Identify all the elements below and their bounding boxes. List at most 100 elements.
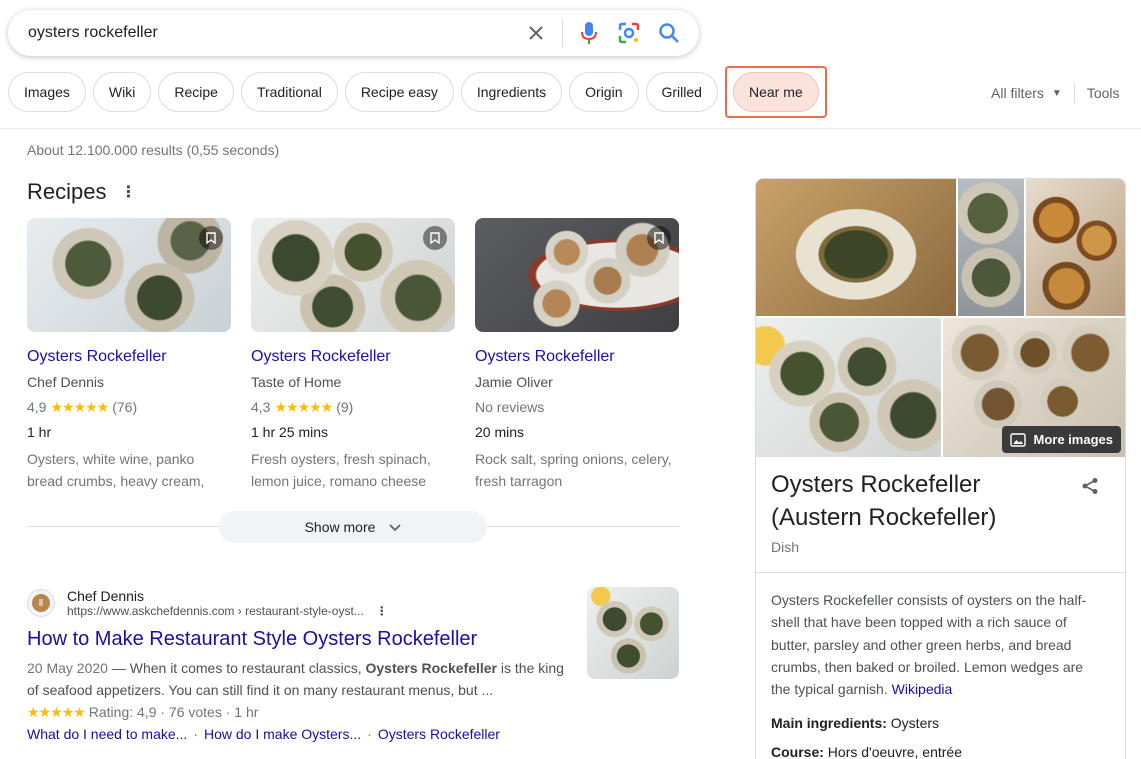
show-more-button[interactable]: Show more [219,511,487,543]
image-icon [1009,432,1026,447]
recipe-card[interactable]: Oysters Rockefeller Jamie Oliver No revi… [475,218,679,492]
recipe-image[interactable] [251,218,455,332]
recipes-heading: Recipes ⋮ [27,179,136,205]
results-count: About 12.100.000 results (0,55 seconds) [27,142,280,158]
star-icons: ★★★★★ [50,398,109,415]
recipe-image[interactable] [475,218,679,332]
result-thumbnail[interactable] [587,587,679,679]
star-icons: ★★★★★ [274,398,333,415]
show-more-label: Show more [304,519,376,535]
rating-text: Rating: 4,9 · 76 votes · 1 hr [88,704,259,720]
recipe-rating: 4,3 ★★★★★ (9) [251,398,455,416]
wikipedia-link[interactable]: Wikipedia [892,681,953,697]
bookmark-icon[interactable] [647,226,671,250]
recipe-source: Jamie Oliver [475,374,553,390]
recipe-rating: 4,9 ★★★★★ (76) [27,398,231,416]
site-url: https://www.askchefdennis.com › restaura… [67,604,364,618]
more-images-button[interactable]: More images [1001,426,1121,453]
recipe-name[interactable]: Oysters Rockefeller [251,348,455,366]
site-url-row: https://www.askchefdennis.com › restaura… [67,604,388,618]
rating-value: 4,9 [27,399,47,415]
sitelink[interactable]: Oysters Rockefeller [378,726,500,742]
result-snippet: 20 May 2020 — When it comes to restauran… [27,657,572,701]
result-date: 20 May 2020 [27,660,108,676]
kp-fact: Main ingredients: Oysters [771,715,939,731]
search-icon[interactable] [649,13,689,53]
kp-image[interactable] [1026,179,1125,316]
separator: · [367,726,372,742]
recipe-time: 1 hr [27,424,52,440]
chip-origin[interactable]: Origin [569,72,639,112]
bookmark-icon[interactable] [423,226,447,250]
recipe-time: 20 mins [475,424,525,440]
caret-down-icon: ▼ [1051,87,1062,99]
rating-value: 4,3 [251,399,271,415]
bookmark-icon[interactable] [199,226,223,250]
sitelink[interactable]: What do I need to make... [27,726,187,742]
recipe-source: Chef Dennis [27,374,105,390]
filters-bar: All filters ▼ Tools [991,83,1120,103]
recipe-name[interactable]: Oysters Rockefeller [475,348,679,366]
header-divider [0,128,1141,129]
sitelink[interactable]: How do I make Oysters... [204,726,361,742]
fact-value[interactable]: Oysters [891,715,939,731]
kp-subtitle: Dish [771,539,800,555]
recipe-name[interactable]: Oysters Rockefeller [27,348,231,366]
microphone-icon[interactable] [569,13,609,53]
kp-title: Oysters Rockefeller (Austern Rockefeller… [771,471,997,531]
clear-icon[interactable] [516,13,556,53]
sitelinks: What do I need to make... · How do I mak… [27,723,572,745]
kp-image[interactable] [756,179,956,316]
recipe-ingredients: Rock salt, spring onions, celery, fresh … [475,451,672,489]
filters-divider [1073,83,1075,103]
chip-wiki[interactable]: Wiki [92,72,152,112]
chip-grilled[interactable]: Grilled [645,72,718,112]
fact-label: Main ingredients: [771,715,887,731]
recipe-rating: No reviews [475,398,679,416]
separator: · [193,726,198,742]
tools-button[interactable]: Tools [1087,85,1120,101]
recipe-card[interactable]: Oysters Rockefeller Taste of Home 4,3 ★★… [251,218,455,492]
kp-description: Oysters Rockefeller consists of oysters … [771,589,1101,700]
share-icon[interactable] [1081,477,1099,500]
site-name: Chef Dennis [67,588,145,604]
recipe-source: Taste of Home [251,374,342,390]
chip-near-me[interactable]: Near me [732,72,819,112]
no-reviews: No reviews [475,399,545,415]
result-title[interactable]: How to Make Restaurant Style Oysters Roc… [27,628,572,651]
recipe-ingredients: Oysters, white wine, panko bread crumbs,… [27,451,205,489]
snippet-bold: Oysters Rockefeller [365,660,498,676]
filter-chips: Images Wiki Recipe Traditional Recipe ea… [8,66,827,118]
more-options-icon[interactable]: ⋮ [376,604,388,618]
star-icons: ★★★★★ [27,703,86,720]
search-input[interactable]: oysters rockefeller [28,24,516,42]
fact-label: Course: [771,744,824,759]
kp-image[interactable] [756,318,941,457]
result-source[interactable]: Ⅱ Chef Dennis https://www.askchefdennis.… [27,588,572,618]
highlight-box: Near me [724,66,827,118]
snippet-text: — When it comes to restaurant classics, [107,660,366,676]
lens-icon[interactable] [609,13,649,53]
web-result: Ⅱ Chef Dennis https://www.askchefdennis.… [27,588,572,745]
knowledge-panel: More images Oysters Rockefeller (Austern… [755,178,1126,759]
site-favicon-icon: Ⅱ [27,589,55,617]
all-filters-button[interactable]: All filters [991,85,1044,101]
recipe-card[interactable]: Oysters Rockefeller Chef Dennis 4,9 ★★★★… [27,218,231,492]
fact-value[interactable]: Hors d'oeuvre, entrée [828,744,962,759]
kp-image[interactable] [958,179,1024,316]
more-options-icon[interactable]: ⋮ [120,182,136,202]
search-bar[interactable]: oysters rockefeller [8,10,699,56]
chip-recipe[interactable]: Recipe [158,72,234,112]
chip-images[interactable]: Images [8,72,86,112]
recipe-image[interactable] [27,218,231,332]
more-images-label: More images [1033,432,1113,447]
review-count: (9) [336,399,354,415]
image-grid: More images [756,179,1125,457]
chip-traditional[interactable]: Traditional [240,72,338,112]
recipe-time: 1 hr 25 mins [251,424,329,440]
kp-fact: Course: Hors d'oeuvre, entrée [771,744,962,759]
chip-ingredients[interactable]: Ingredients [460,72,563,112]
chip-recipe-easy[interactable]: Recipe easy [344,72,454,112]
chevron-down-icon [389,519,402,535]
review-count: (76) [112,399,138,415]
